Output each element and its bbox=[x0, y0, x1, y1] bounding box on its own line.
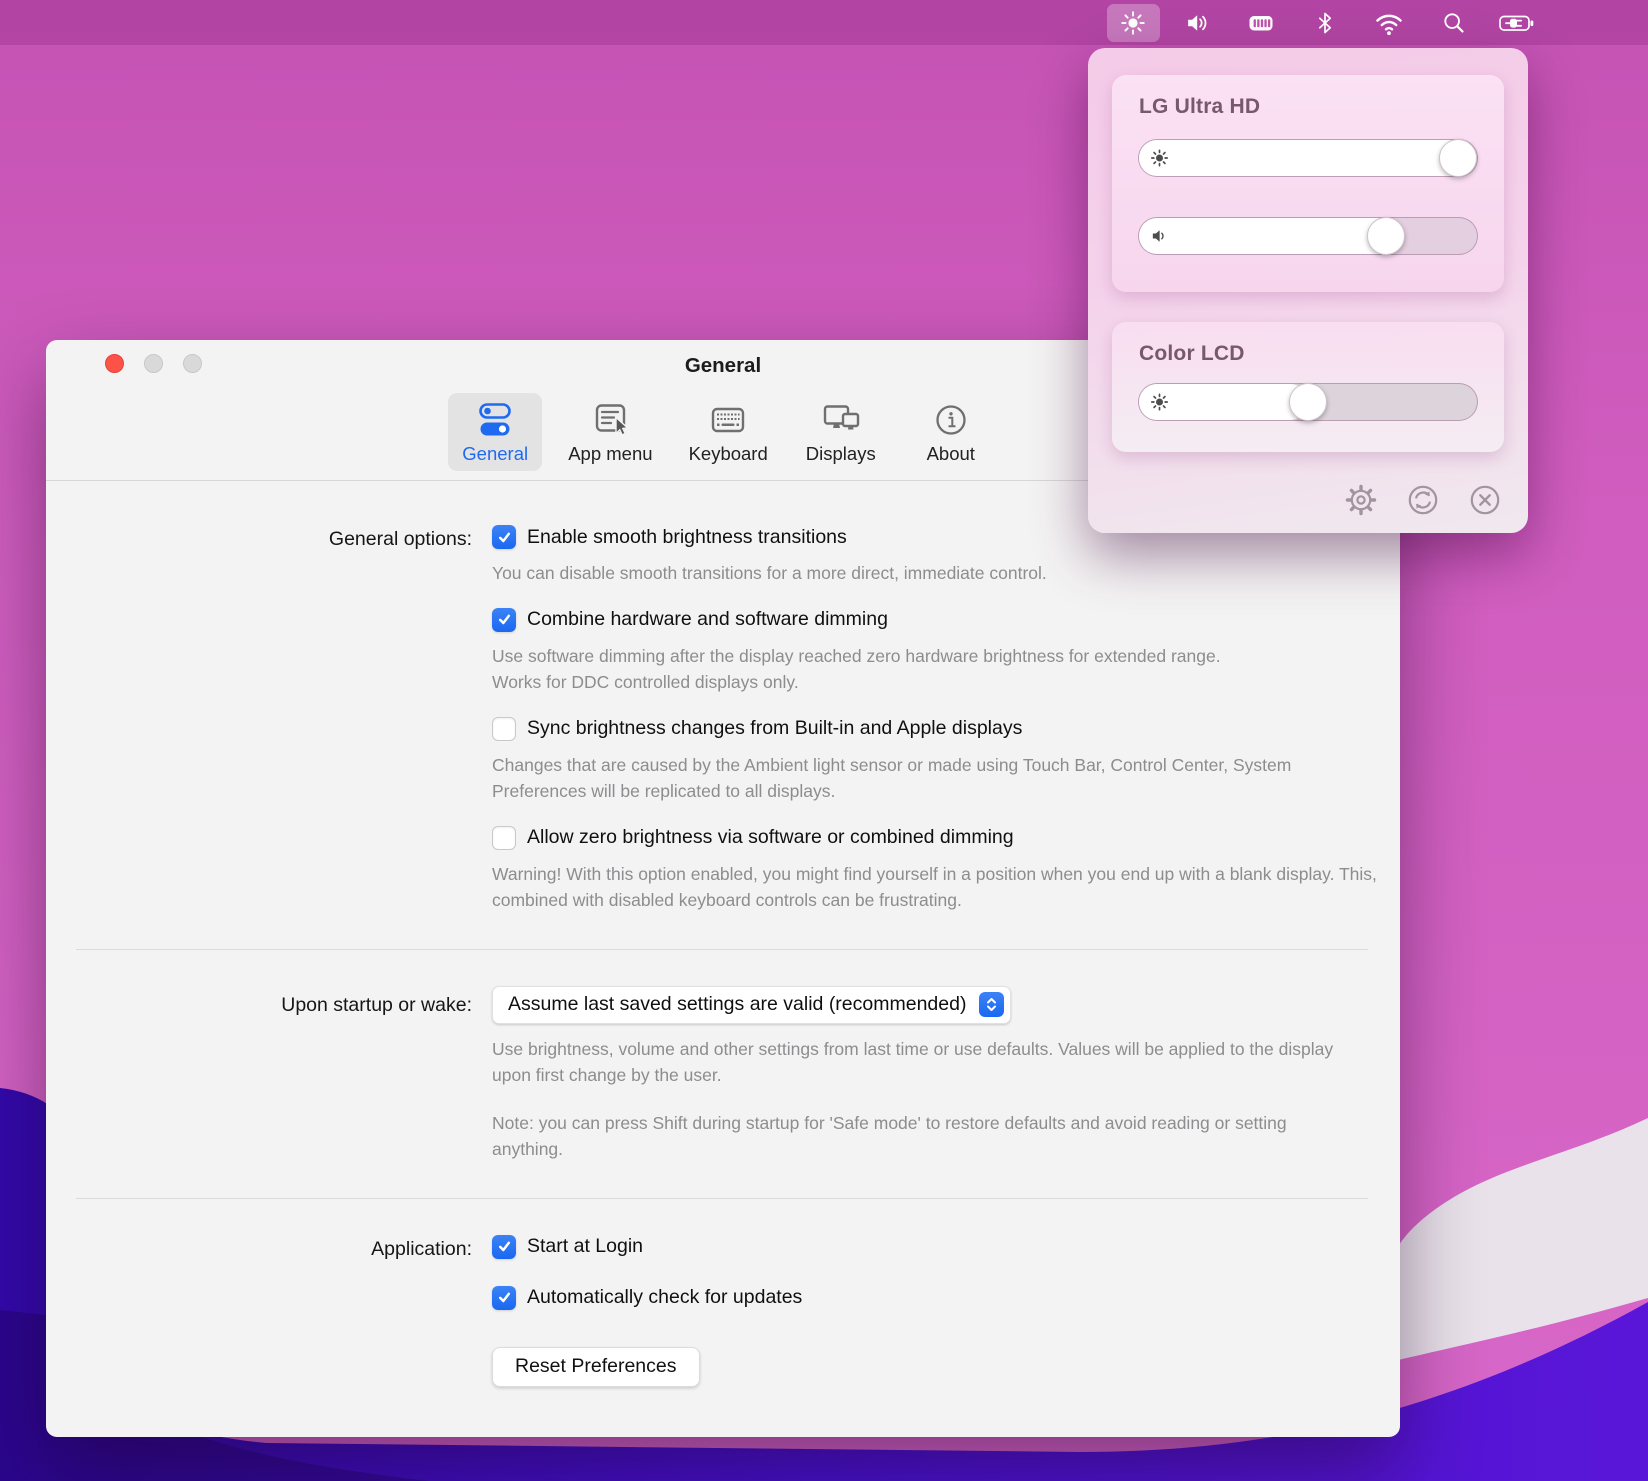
checkbox-label: Combine hardware and software dimming bbox=[527, 608, 888, 631]
checkbox-smooth-transitions[interactable] bbox=[492, 525, 516, 549]
tab-about[interactable]: About bbox=[904, 393, 998, 471]
slider-thumb[interactable] bbox=[1367, 217, 1405, 255]
select-chevrons-icon bbox=[979, 992, 1004, 1017]
section-divider bbox=[76, 1198, 1368, 1199]
checkbox-label: Sync brightness changes from Built-in an… bbox=[527, 717, 1022, 740]
help-text: Use software dimming after the display r… bbox=[492, 643, 1232, 696]
lg-volume-slider[interactable] bbox=[1138, 217, 1478, 255]
checkbox-label: Allow zero brightness via software or co… bbox=[527, 826, 1014, 849]
help-text: You can disable smooth transitions for a… bbox=[492, 560, 1372, 587]
sun-icon bbox=[1149, 392, 1170, 413]
selected-option: Assume last saved settings are valid (re… bbox=[508, 993, 966, 1016]
checkbox-allow-zero-brightness[interactable] bbox=[492, 826, 516, 850]
tab-keyboard[interactable]: Keyboard bbox=[679, 393, 778, 471]
desktop: General General bbox=[0, 0, 1648, 1481]
keyboard-icon bbox=[706, 400, 750, 442]
tab-label: Keyboard bbox=[689, 443, 768, 465]
app-menu-icon bbox=[588, 400, 632, 442]
display-name: Color LCD bbox=[1112, 322, 1504, 366]
help-text: Changes that are caused by the Ambient l… bbox=[492, 752, 1362, 805]
note-text: Note: you can press Shift during startup… bbox=[492, 1110, 1347, 1163]
slider-fill bbox=[1139, 140, 1477, 176]
tab-label: General bbox=[462, 443, 528, 465]
info-icon bbox=[931, 400, 971, 442]
tab-label: Displays bbox=[806, 443, 876, 465]
menubar-volume-icon[interactable] bbox=[1174, 0, 1220, 45]
menu-bar bbox=[0, 0, 1648, 45]
lg-brightness-slider[interactable] bbox=[1138, 139, 1478, 177]
checkbox-auto-updates[interactable] bbox=[492, 1286, 516, 1310]
preferences-content: General options: Enable smooth brightnes… bbox=[46, 481, 1400, 1387]
menubar-keyboard-brightness-icon[interactable] bbox=[1238, 0, 1284, 45]
tab-displays[interactable]: Displays bbox=[794, 393, 888, 471]
checkbox-label: Automatically check for updates bbox=[527, 1286, 802, 1309]
menubar-bluetooth-icon[interactable] bbox=[1302, 0, 1348, 45]
settings-gear-icon[interactable] bbox=[1344, 483, 1378, 517]
startup-label: Upon startup or wake: bbox=[46, 986, 472, 1163]
checkbox-label: Enable smooth brightness transitions bbox=[527, 526, 847, 549]
display-name: LG Ultra HD bbox=[1112, 75, 1504, 119]
slider-thumb[interactable] bbox=[1439, 139, 1477, 177]
help-text: Use brightness, volume and other setting… bbox=[492, 1036, 1362, 1089]
tab-label: App menu bbox=[568, 443, 652, 465]
refresh-icon[interactable] bbox=[1406, 483, 1440, 517]
reset-preferences-button[interactable]: Reset Preferences bbox=[492, 1347, 700, 1387]
checkbox-label: Start at Login bbox=[527, 1235, 643, 1258]
sun-icon bbox=[1149, 148, 1170, 169]
toggles-icon bbox=[473, 400, 517, 442]
brightness-popover: LG Ultra HD bbox=[1088, 48, 1528, 533]
menubar-wifi-icon[interactable] bbox=[1366, 0, 1412, 45]
tab-app-menu[interactable]: App menu bbox=[558, 393, 662, 471]
display-card-color-lcd: Color LCD bbox=[1112, 322, 1504, 452]
checkbox-sync-brightness[interactable] bbox=[492, 717, 516, 741]
general-options-label: General options: bbox=[46, 525, 472, 914]
application-label: Application: bbox=[46, 1235, 472, 1387]
close-popover-icon[interactable] bbox=[1468, 483, 1502, 517]
checkbox-start-at-login[interactable] bbox=[492, 1235, 516, 1259]
tab-label: About bbox=[927, 443, 975, 465]
lcd-brightness-slider[interactable] bbox=[1138, 383, 1478, 421]
startup-mode-select[interactable]: Assume last saved settings are valid (re… bbox=[492, 986, 1011, 1024]
display-card-lg-ultra-hd: LG Ultra HD bbox=[1112, 75, 1504, 292]
slider-thumb[interactable] bbox=[1289, 383, 1327, 421]
menubar-brightness-icon[interactable] bbox=[1107, 4, 1160, 42]
speaker-icon bbox=[1149, 226, 1170, 247]
section-divider bbox=[76, 949, 1368, 950]
menubar-battery-icon[interactable] bbox=[1494, 0, 1540, 45]
menubar-spotlight-icon[interactable] bbox=[1430, 0, 1476, 45]
displays-icon bbox=[817, 400, 865, 442]
help-text: Warning! With this option enabled, you m… bbox=[492, 861, 1382, 914]
tab-general[interactable]: General bbox=[448, 393, 542, 471]
checkbox-combine-dimming[interactable] bbox=[492, 608, 516, 632]
slider-fill bbox=[1139, 218, 1396, 254]
